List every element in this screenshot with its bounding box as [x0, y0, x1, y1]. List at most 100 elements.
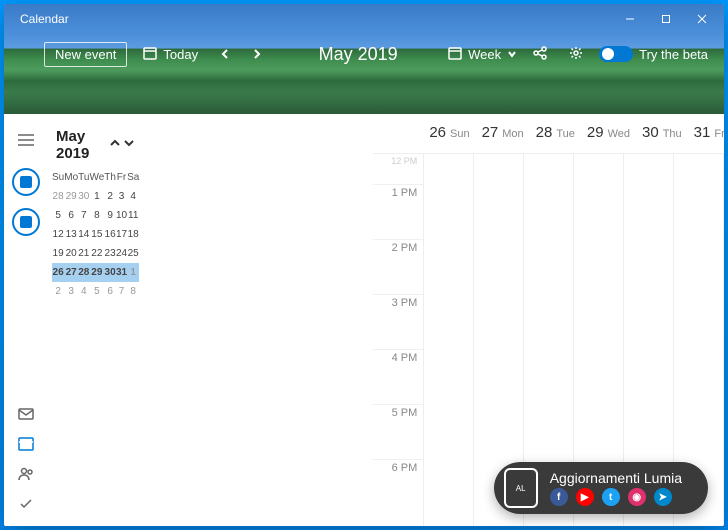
minimize-button[interactable]: [612, 5, 648, 33]
new-event-button[interactable]: New event: [44, 42, 127, 67]
mini-cal-day[interactable]: 1: [89, 187, 104, 206]
mini-cal-day[interactable]: 27: [64, 263, 78, 282]
mini-cal-day[interactable]: 25: [127, 244, 139, 263]
settings-button[interactable]: [563, 42, 589, 67]
mini-cal-day[interactable]: 19: [52, 244, 64, 263]
mini-calendar: May 2019 SuMoTuWeThFrSa28293012345678910…: [4, 114, 149, 526]
mini-cal-day[interactable]: 30: [104, 263, 116, 282]
mini-cal-day[interactable]: 14: [78, 225, 89, 244]
social-icons: f ▶ t ◉ ➤: [550, 488, 682, 506]
mini-cal-next[interactable]: [123, 136, 135, 154]
time-label: 6 PM: [373, 459, 423, 514]
prev-button[interactable]: [214, 45, 236, 63]
mini-cal-day[interactable]: 13: [64, 225, 78, 244]
mini-cal-day[interactable]: 9: [104, 206, 116, 225]
mini-cal-title: May 2019: [56, 128, 109, 162]
mini-cal-day[interactable]: 1: [127, 263, 139, 282]
mini-cal-day[interactable]: 24: [116, 244, 127, 263]
mini-cal-day[interactable]: 3: [64, 282, 78, 301]
instagram-icon: ◉: [628, 488, 646, 506]
mini-cal-day[interactable]: 4: [78, 282, 89, 301]
view-selector[interactable]: Week: [448, 46, 517, 63]
mini-cal-day[interactable]: 30: [78, 187, 89, 206]
youtube-icon: ▶: [576, 488, 594, 506]
day-header[interactable]: 26Sun: [423, 114, 475, 153]
day-header[interactable]: 31Fri: [688, 114, 724, 153]
mini-cal-day[interactable]: 5: [52, 206, 64, 225]
mini-cal-dow: Th: [104, 168, 116, 187]
time-label: 4 PM: [373, 349, 423, 404]
mini-cal-dow: Su: [52, 168, 64, 187]
time-label: 12 PM: [373, 154, 423, 184]
mini-cal-day[interactable]: 29: [64, 187, 78, 206]
calendar-window: Calendar New event Today May 2019 Week: [4, 4, 724, 526]
mini-cal-day[interactable]: 10: [116, 206, 127, 225]
day-column[interactable]: [423, 154, 473, 526]
gear-icon: [569, 46, 583, 63]
share-icon: [533, 46, 547, 63]
month-title: May 2019: [319, 44, 398, 65]
hero-image: Calendar New event Today May 2019 Week: [4, 4, 724, 114]
mini-cal-day[interactable]: 6: [104, 282, 116, 301]
mini-cal-day[interactable]: 8: [127, 282, 139, 301]
mini-cal-dow: Mo: [64, 168, 78, 187]
mini-cal-day[interactable]: 20: [64, 244, 78, 263]
day-header[interactable]: 30Thu: [636, 114, 688, 153]
watermark-badge: Aggiornamenti Lumia f ▶ t ◉ ➤: [494, 462, 708, 514]
mini-cal-day[interactable]: 2: [52, 282, 64, 301]
toggle-switch[interactable]: [599, 46, 633, 62]
time-column: 12 PM1 PM2 PM3 PM4 PM5 PM6 PM: [373, 154, 423, 526]
twitter-icon: t: [602, 488, 620, 506]
maximize-button[interactable]: [648, 5, 684, 33]
mini-cal-day[interactable]: 15: [89, 225, 104, 244]
next-button[interactable]: [246, 45, 268, 63]
day-column[interactable]: [723, 154, 724, 526]
mini-cal-day[interactable]: 2: [104, 187, 116, 206]
chevron-down-icon: [507, 47, 517, 62]
calendar-today-icon: [143, 46, 157, 63]
mini-cal-day[interactable]: 7: [116, 282, 127, 301]
mini-cal-dow: Sa: [127, 168, 139, 187]
time-label: 1 PM: [373, 184, 423, 239]
mini-cal-day[interactable]: 3: [116, 187, 127, 206]
time-label: 5 PM: [373, 404, 423, 459]
mini-cal-day[interactable]: 8: [89, 206, 104, 225]
watermark-label: Aggiornamenti Lumia: [550, 470, 682, 486]
mini-cal-day[interactable]: 6: [64, 206, 78, 225]
mini-cal-day[interactable]: 4: [127, 187, 139, 206]
today-button[interactable]: Today: [137, 42, 204, 67]
mini-cal-prev[interactable]: [109, 136, 121, 154]
mini-cal-day[interactable]: 17: [116, 225, 127, 244]
mini-cal-day[interactable]: 21: [78, 244, 89, 263]
facebook-icon: f: [550, 488, 568, 506]
app-title: Calendar: [20, 12, 69, 26]
mini-cal-day[interactable]: 12: [52, 225, 64, 244]
try-beta-toggle[interactable]: Try the beta: [599, 46, 708, 62]
toolbar: New event Today May 2019 Week Try the be…: [4, 34, 724, 74]
calendar-week-icon: [448, 46, 462, 63]
mini-cal-day[interactable]: 5: [89, 282, 104, 301]
mini-cal-day[interactable]: 7: [78, 206, 89, 225]
mini-cal-day[interactable]: 23: [104, 244, 116, 263]
title-bar: Calendar: [4, 4, 724, 34]
day-header[interactable]: 29Wed: [581, 114, 636, 153]
time-label: 2 PM: [373, 239, 423, 294]
mini-cal-grid: SuMoTuWeThFrSa28293012345678910111213141…: [52, 168, 139, 301]
telegram-icon: ➤: [654, 488, 672, 506]
mini-cal-day[interactable]: 28: [78, 263, 89, 282]
mini-cal-day[interactable]: 11: [127, 206, 139, 225]
day-header[interactable]: 28Tue: [530, 114, 581, 153]
phone-icon: [504, 468, 538, 508]
share-button[interactable]: [527, 42, 553, 67]
close-button[interactable]: [684, 5, 720, 33]
time-label: 3 PM: [373, 294, 423, 349]
mini-cal-day[interactable]: 31: [116, 263, 127, 282]
mini-cal-day[interactable]: 22: [89, 244, 104, 263]
day-headers: 26Sun27Mon28Tue29Wed30Thu31FriJun 1: [373, 114, 724, 154]
mini-cal-day[interactable]: 16: [104, 225, 116, 244]
mini-cal-day[interactable]: 26: [52, 263, 64, 282]
mini-cal-day[interactable]: 28: [52, 187, 64, 206]
day-header[interactable]: 27Mon: [476, 114, 530, 153]
mini-cal-day[interactable]: 29: [89, 263, 104, 282]
mini-cal-day[interactable]: 18: [127, 225, 139, 244]
